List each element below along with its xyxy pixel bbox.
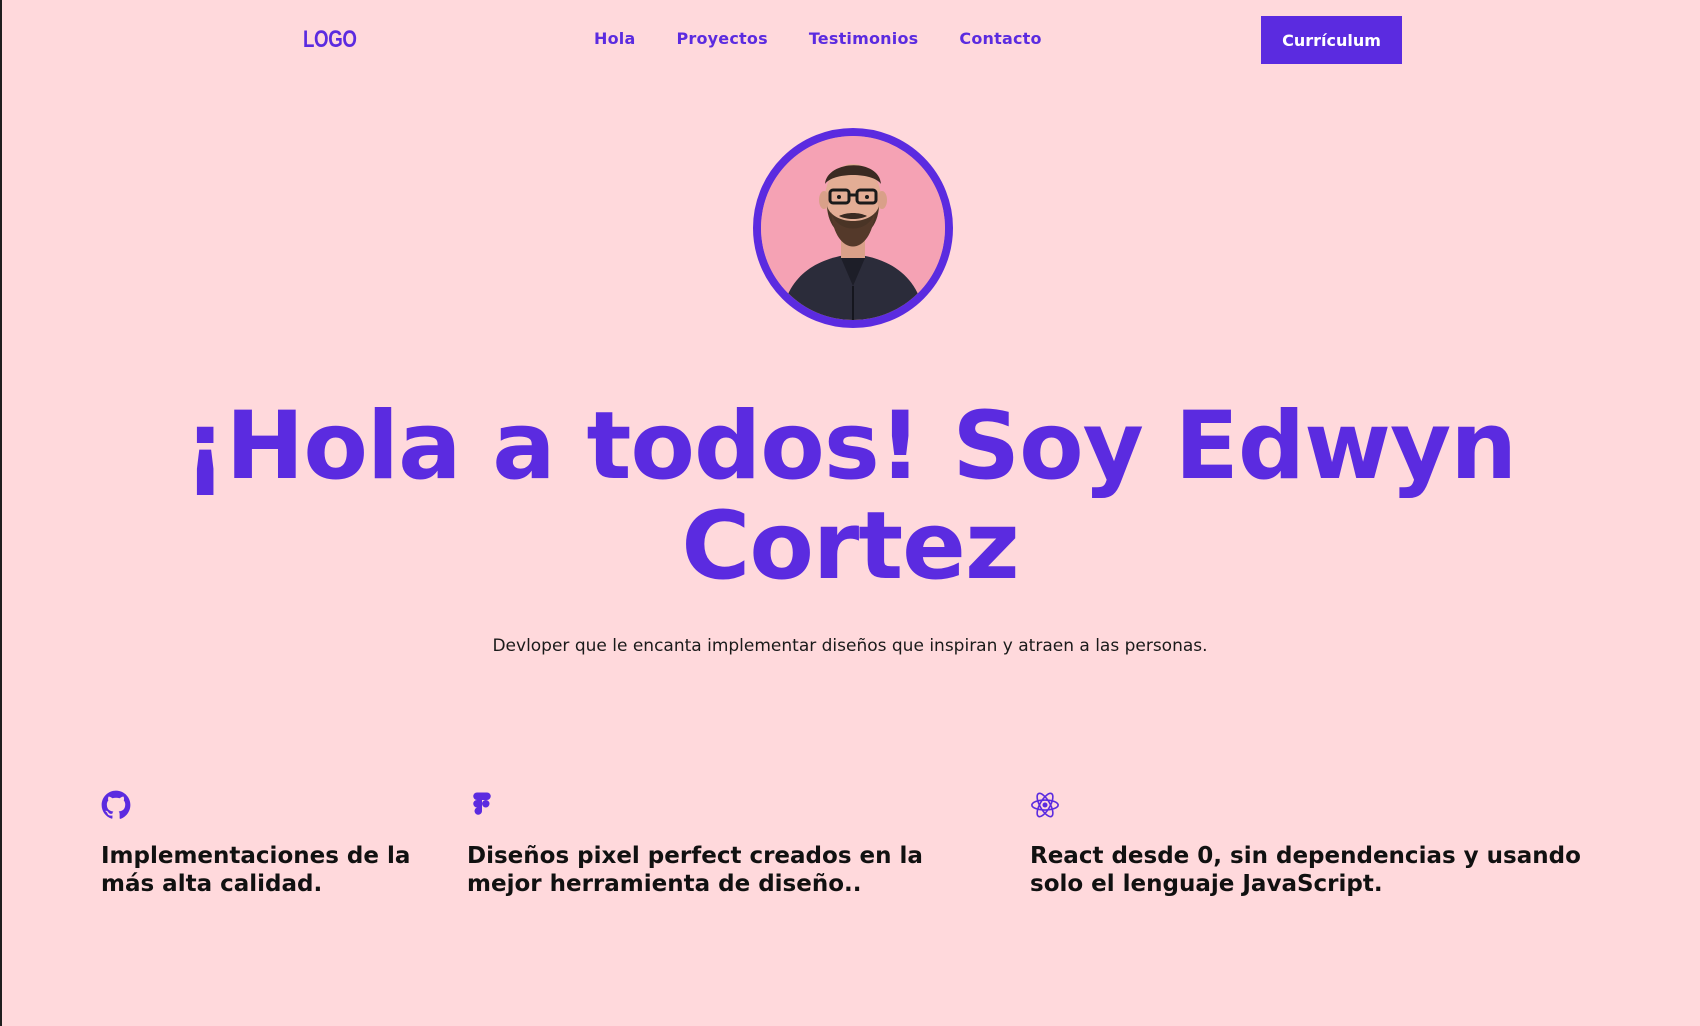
feature-text: React desde 0, sin dependencias y usando… (1030, 843, 1581, 897)
react-icon (1031, 792, 1059, 818)
logo[interactable]: LOGO (303, 26, 357, 54)
feature-item-github: Implementaciones de la más alta calidad. (101, 790, 451, 898)
curriculum-button[interactable]: Currículum (1261, 16, 1402, 64)
feature-item-react: React desde 0, sin dependencias y usando… (1030, 790, 1630, 898)
main-nav: Hola Proyectos Testimonios Contacto (594, 29, 1042, 48)
nav-link-hola[interactable]: Hola (594, 29, 635, 48)
figma-icon (473, 792, 491, 815)
hero-title: ¡Hola a todos! Soy Edwyn Cortez (183, 392, 1517, 601)
nav-link-proyectos[interactable]: Proyectos (676, 29, 767, 48)
feature-item-figma: Diseños pixel perfect creados en la mejo… (467, 790, 987, 898)
feature-text: Implementaciones de la más alta calidad. (101, 843, 411, 897)
avatar (753, 128, 953, 328)
hero-subtitle: Devloper que le encanta implementar dise… (492, 636, 1208, 656)
nav-link-contacto[interactable]: Contacto (959, 29, 1041, 48)
feature-text: Diseños pixel perfect creados en la mejo… (467, 843, 923, 897)
nav-link-testimonios[interactable]: Testimonios (809, 29, 919, 48)
avatar-portrait (761, 136, 945, 320)
github-icon (101, 790, 131, 819)
